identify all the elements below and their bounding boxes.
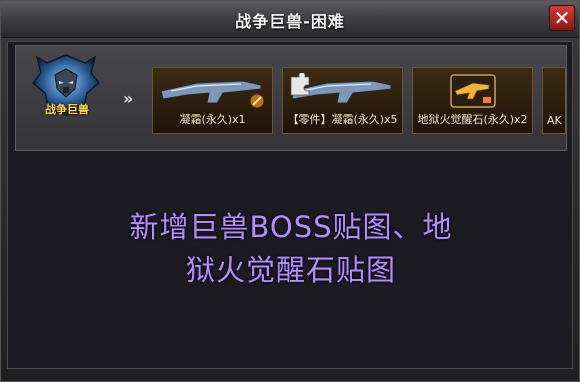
reward-slot[interactable]: 地狱火觉醒石(永久)x2 [412, 67, 533, 134]
boss-name: 战争巨兽 [45, 103, 89, 116]
rifle-icon [160, 80, 265, 109]
title-bar: 战争巨兽-困难 ✕ [1, 1, 579, 38]
notice-line-1: 新增巨兽BOSS贴图、地 [129, 210, 453, 244]
close-button[interactable]: ✕ [549, 5, 575, 31]
reward-label: AK [547, 114, 562, 127]
window-title: 战争巨兽-困难 [235, 12, 345, 31]
rewards-arrow: » [123, 89, 134, 108]
reward-window: 战争巨兽-困难 ✕ 战争巨兽 » 凝霜(永久)x1 【零件】凝霜(永久)x5 地… [0, 0, 580, 382]
reward-label: 地狱火觉醒石(永久)x2 [417, 113, 528, 126]
reward-label: 【零件】凝霜(永久)x5 [287, 113, 398, 126]
awakening-stone-icon [450, 74, 496, 108]
notice-line-2: 狱火觉醒石贴图 [185, 253, 396, 287]
reward-slot[interactable]: 【零件】凝霜(永久)x5 [282, 67, 403, 134]
reward-slot[interactable]: 凝霜(永久)x1 [152, 67, 273, 134]
rifle-part-icon [290, 73, 392, 104]
reward-slot[interactable]: AK [542, 67, 566, 134]
reward-label: 凝霜(永久)x1 [179, 113, 246, 126]
